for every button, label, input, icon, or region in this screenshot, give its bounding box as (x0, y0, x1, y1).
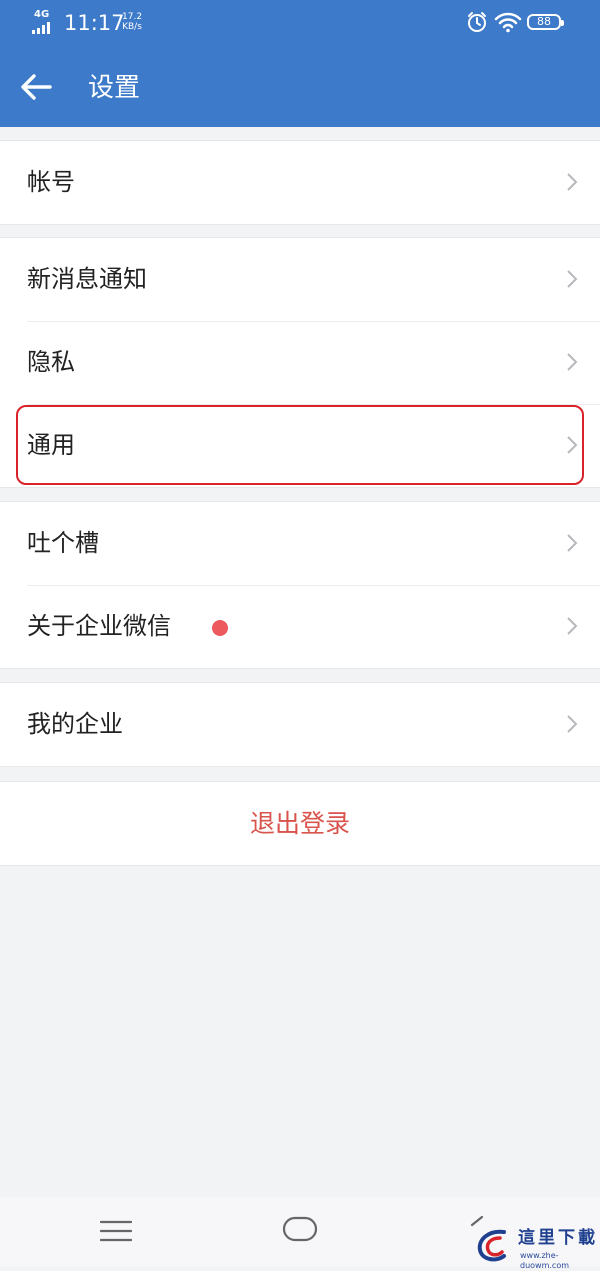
watermark: 這里下載 www.zhe-duowm.com (470, 1224, 600, 1270)
settings-item-label: 帐号 (27, 168, 75, 196)
settings-item-notifications[interactable]: 新消息通知 (0, 238, 600, 321)
watermark-url: www.zhe-duowm.com (520, 1251, 570, 1270)
settings-item-label: 吐个槽 (27, 529, 99, 557)
settings-item-account[interactable]: 帐号 (0, 141, 600, 224)
settings-item-about[interactable]: 关于企业微信 (0, 585, 600, 668)
settings-group-feedback: 吐个槽 关于企业微信 (0, 501, 600, 669)
settings-group-main: 新消息通知 隐私 通用 (0, 237, 600, 488)
settings-item-label: 关于企业微信 (27, 612, 171, 640)
network-speed-value: 17.2 (122, 12, 143, 22)
chevron-right-icon (567, 173, 578, 191)
settings-item-label: 隐私 (27, 348, 75, 376)
menu-icon[interactable] (100, 1219, 132, 1243)
chevron-right-icon (567, 715, 578, 733)
settings-item-feedback[interactable]: 吐个槽 (0, 502, 600, 585)
alarm-icon (468, 12, 486, 32)
battery-level: 88 (537, 15, 551, 28)
chevron-right-icon (567, 436, 578, 454)
settings-item-label: 通用 (27, 431, 75, 459)
watermark-name: 這里下載 (518, 1228, 598, 1248)
title-bar: 设置 (0, 48, 600, 127)
chevron-right-icon (567, 534, 578, 552)
battery-icon: 88 (527, 14, 564, 30)
chevron-right-icon (567, 617, 578, 635)
settings-item-privacy[interactable]: 隐私 (0, 321, 600, 404)
arrow-left-icon[interactable] (20, 73, 52, 101)
home-icon[interactable] (282, 1216, 318, 1242)
status-time: 11:17 (64, 11, 125, 35)
logout-button[interactable]: 退出登录 (0, 781, 600, 866)
status-bar: 4G 11:17 17.2 KB/s 88 (0, 0, 600, 48)
chevron-right-icon (567, 270, 578, 288)
wifi-icon (494, 12, 522, 33)
network-type: 4G (34, 9, 50, 20)
page-title: 设置 (88, 73, 141, 103)
settings-item-label: 新消息通知 (27, 265, 147, 293)
signal-icon: 4G (32, 10, 58, 34)
settings-group-enterprise: 我的企业 (0, 682, 600, 767)
settings-group-account: 帐号 (0, 140, 600, 225)
new-badge-dot (212, 620, 228, 636)
network-speed: 17.2 KB/s (122, 12, 142, 32)
settings-item-label: 我的企业 (27, 710, 123, 738)
settings-item-my-enterprise[interactable]: 我的企业 (0, 683, 600, 766)
settings-item-general[interactable]: 通用 (0, 404, 600, 487)
watermark-logo-icon (477, 1229, 506, 1262)
chevron-right-icon (567, 353, 578, 371)
logout-label: 退出登录 (249, 809, 350, 838)
network-speed-unit: KB/s (122, 22, 142, 32)
